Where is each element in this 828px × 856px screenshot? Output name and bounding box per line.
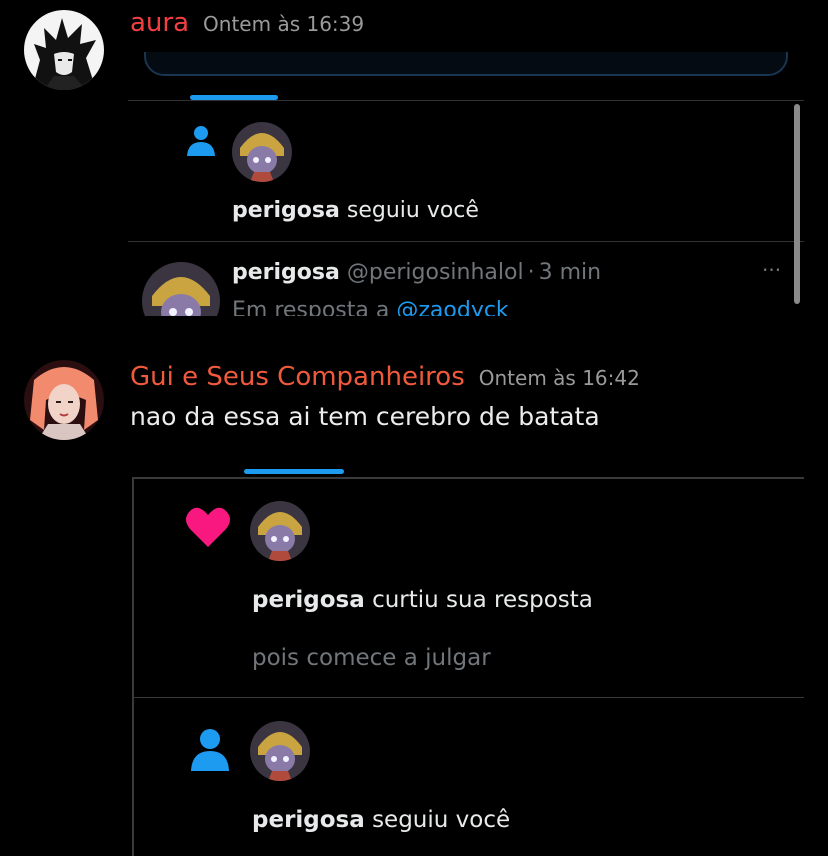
message-text: nao da essa ai tem cerebro de batata bbox=[130, 402, 600, 431]
notification-username[interactable]: perigosa bbox=[252, 807, 365, 833]
notification-action: seguiu você bbox=[372, 807, 511, 833]
tweet-author-name[interactable]: perigosa bbox=[232, 260, 340, 285]
divider bbox=[134, 697, 804, 698]
message-timestamp: Ontem às 16:39 bbox=[203, 12, 365, 36]
tweet-more-icon[interactable]: ··· bbox=[762, 258, 781, 282]
tweet-time: 3 min bbox=[538, 260, 602, 285]
divider bbox=[128, 100, 804, 101]
heart-icon bbox=[184, 505, 232, 553]
avatar-gui[interactable] bbox=[24, 360, 104, 440]
follow-notification-text: perigosa seguiu você bbox=[252, 807, 510, 833]
notification-action: seguiu você bbox=[346, 198, 479, 223]
tweet-separator: · bbox=[527, 260, 535, 285]
reply-prefix: Em resposta a bbox=[232, 298, 390, 316]
screenshot-embed[interactable]: perigosa seguiu você perigosa @perigosin… bbox=[128, 52, 804, 316]
message-timestamp: Ontem às 16:42 bbox=[478, 366, 640, 390]
avatar-aura[interactable] bbox=[24, 10, 104, 90]
tweet-reply-context: Em resposta a @zaodyck bbox=[232, 298, 509, 316]
follow-notification-text: perigosa seguiu você bbox=[232, 198, 479, 223]
person-icon bbox=[186, 124, 216, 160]
avatar-perigosa[interactable] bbox=[250, 501, 310, 561]
author-name[interactable]: Gui e Seus Companheiros bbox=[130, 362, 465, 392]
author-name[interactable]: aura bbox=[130, 8, 189, 38]
notification-username[interactable]: perigosa bbox=[252, 587, 365, 613]
search-bar bbox=[144, 52, 788, 76]
message-header: aura Ontem às 16:39 bbox=[130, 8, 364, 38]
tab-indicator bbox=[244, 469, 344, 474]
notification-username[interactable]: perigosa bbox=[232, 198, 340, 223]
screenshot-embed[interactable]: perigosa curtiu sua resposta pois comece… bbox=[132, 477, 804, 856]
tweet-header: perigosa @perigosinhalol · 3 min bbox=[232, 260, 601, 285]
like-notification-text: perigosa curtiu sua resposta bbox=[252, 587, 593, 613]
divider bbox=[128, 241, 804, 242]
liked-reply-text: pois comece a julgar bbox=[252, 645, 491, 671]
avatar-perigosa[interactable] bbox=[250, 721, 310, 781]
tweet-author-handle[interactable]: @perigosinhalol bbox=[347, 260, 524, 285]
notification-action: curtiu sua resposta bbox=[372, 587, 593, 613]
embed-scrollbar[interactable] bbox=[794, 104, 800, 304]
avatar-perigosa[interactable] bbox=[232, 122, 292, 182]
message-header: Gui e Seus Companheiros Ontem às 16:42 bbox=[130, 362, 640, 392]
tweet-avatar[interactable] bbox=[142, 262, 220, 316]
reply-to-link[interactable]: @zaodyck bbox=[396, 298, 508, 316]
person-icon bbox=[190, 727, 230, 775]
